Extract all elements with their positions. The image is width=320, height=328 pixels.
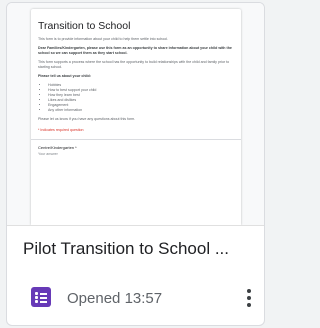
file-preview-thumbnail[interactable]: Transition to School This form is to pro…: [7, 3, 264, 226]
opened-label: Opened: [67, 290, 121, 307]
preview-closing: Please let us know if you have any quest…: [38, 117, 136, 121]
more-options-icon[interactable]: [239, 285, 259, 311]
preview-list: Hobbies How to best support your child H…: [38, 83, 234, 113]
preview-greeting: Dear Families/Kindergarten, please use t…: [38, 46, 232, 55]
preview-required-note: * Indicates required question: [38, 128, 84, 132]
preview-question-title: Centre/Kindergarten *: [38, 145, 77, 150]
file-title[interactable]: Pilot Transition to School ...: [23, 239, 259, 259]
google-forms-icon: [31, 287, 51, 307]
preview-question-hint: Your answer: [38, 152, 58, 156]
opened-time: 13:57: [124, 290, 163, 307]
file-card[interactable]: Transition to School This form is to pro…: [6, 2, 265, 326]
preview-intro: This form is to provide information abou…: [38, 37, 169, 41]
preview-question: Centre/Kindergarten * Your answer: [38, 140, 234, 156]
preview-list-item: Any other information: [48, 108, 234, 113]
preview-title: Transition to School: [38, 20, 131, 32]
form-preview-document: Transition to School This form is to pro…: [31, 9, 241, 225]
preview-list-intro: Please tell us about your child:: [38, 74, 91, 78]
last-opened-info: Opened 13:57: [67, 290, 162, 307]
preview-purpose: This form supports a process where the s…: [38, 60, 230, 69]
